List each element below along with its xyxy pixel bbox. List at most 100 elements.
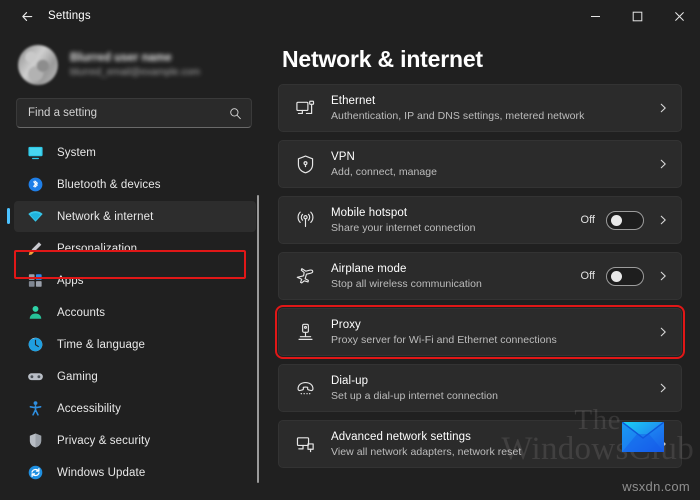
airplane-mode-toggle[interactable] — [606, 266, 644, 286]
profile-text: Blurred user name blurred_email@example.… — [70, 52, 200, 78]
sidebar-item-label: Accounts — [57, 306, 106, 319]
settings-row-mobile-hotspot[interactable]: Mobile hotspot Share your internet conne… — [278, 196, 682, 244]
accessibility-icon — [26, 400, 44, 418]
sidebar-item-label: Bluetooth & devices — [57, 178, 161, 191]
settings-row-dial-up[interactable]: Dial-up Set up a dial-up internet connec… — [278, 364, 682, 412]
chevron-right-icon — [657, 214, 669, 226]
advanced-network-icon — [293, 432, 317, 456]
settings-row-airplane-mode[interactable]: Airplane mode Stop all wireless communic… — [278, 252, 682, 300]
sidebar-item-privacy-security[interactable]: Privacy & security — [14, 425, 256, 456]
row-text: Proxy Proxy server for Wi-Fi and Etherne… — [331, 318, 655, 347]
row-text: Mobile hotspot Share your internet conne… — [331, 206, 581, 235]
toggle-state-label: Off — [580, 214, 595, 226]
sidebar-scrollbar[interactable] — [257, 195, 259, 483]
row-subtitle: View all network adapters, network reset — [331, 445, 522, 458]
sidebar-item-label: Network & internet — [57, 210, 154, 223]
row-title: Proxy — [331, 318, 361, 331]
back-arrow-icon — [21, 11, 32, 21]
search-icon — [229, 107, 242, 120]
row-right — [655, 158, 669, 170]
sidebar-item-accessibility[interactable]: Accessibility — [14, 393, 256, 424]
toggle-state-label: Off — [580, 270, 595, 282]
row-subtitle: Share your internet connection — [331, 221, 476, 234]
refresh-icon — [26, 464, 44, 482]
toggle-knob — [611, 214, 622, 226]
gamepad-icon — [26, 368, 44, 386]
main-content: Network & internet Ethernet Authenticati… — [268, 32, 700, 500]
sidebar-item-label: Privacy & security — [57, 434, 151, 447]
search-container — [0, 90, 268, 128]
profile-name: Blurred user name — [70, 52, 172, 64]
settings-row-proxy[interactable]: Proxy Proxy server for Wi-Fi and Etherne… — [275, 305, 685, 359]
search-input[interactable] — [28, 107, 229, 119]
row-right: Off — [580, 266, 669, 286]
row-subtitle: Proxy server for Wi-Fi and Ethernet conn… — [331, 333, 557, 346]
sidebar-item-system[interactable]: System — [14, 137, 256, 168]
row-title: Airplane mode — [331, 262, 407, 275]
mobile-hotspot-toggle[interactable] — [606, 210, 644, 230]
settings-row-vpn[interactable]: VPN Add, connect, manage — [278, 140, 682, 188]
row-subtitle: Add, connect, manage — [331, 165, 438, 178]
row-subtitle: Stop all wireless communication — [331, 277, 482, 290]
user-profile[interactable]: Blurred user name blurred_email@example.… — [0, 36, 268, 90]
dialup-phone-icon — [293, 376, 317, 400]
sidebar-item-label: System — [57, 146, 96, 159]
row-subtitle: Authentication, IP and DNS settings, met… — [331, 109, 585, 122]
sidebar-item-label: Gaming — [57, 370, 98, 383]
settings-window: Settings Blurred user name blurred_email… — [0, 0, 700, 500]
sidebar-item-network-internet[interactable]: Network & internet — [7, 201, 256, 232]
row-subtitle: Set up a dial-up internet connection — [331, 389, 498, 402]
vpn-shield-icon — [293, 152, 317, 176]
row-title: VPN — [331, 150, 355, 163]
search-box[interactable] — [16, 98, 252, 128]
page-title: Network & internet — [282, 46, 483, 72]
row-right — [655, 382, 669, 394]
sidebar-item-label: Windows Update — [57, 466, 146, 479]
row-right — [655, 102, 669, 114]
shield-icon — [26, 432, 44, 450]
window-body: Blurred user name blurred_email@example.… — [0, 32, 700, 500]
sidebar-item-accounts[interactable]: Accounts — [14, 297, 256, 328]
row-title: Mobile hotspot — [331, 206, 408, 219]
sidebar-item-personalization[interactable]: Personalization — [14, 233, 256, 264]
paintbrush-icon — [26, 240, 44, 258]
windowsclub-logo-icon — [622, 422, 664, 452]
back-button[interactable] — [12, 3, 42, 29]
sidebar-item-label: Personalization — [57, 242, 138, 255]
close-button[interactable] — [658, 0, 700, 32]
row-text: VPN Add, connect, manage — [331, 150, 655, 179]
close-icon — [674, 11, 684, 21]
wifi-icon — [26, 208, 44, 226]
minimize-button[interactable] — [574, 0, 616, 32]
sidebar-item-label: Apps — [57, 274, 84, 287]
chevron-right-icon — [657, 326, 669, 338]
sidebar-item-label: Accessibility — [57, 402, 121, 415]
monitor-icon — [26, 144, 44, 162]
title-bar: Settings — [0, 0, 700, 32]
row-text: Advanced network settings View all netwo… — [331, 430, 655, 459]
apps-grid-icon — [26, 272, 44, 290]
row-right — [655, 326, 669, 338]
row-text: Ethernet Authentication, IP and DNS sett… — [331, 94, 655, 123]
row-text: Airplane mode Stop all wireless communic… — [331, 262, 581, 291]
row-text: Dial-up Set up a dial-up internet connec… — [331, 374, 655, 403]
row-title: Dial-up — [331, 374, 369, 387]
minimize-icon — [590, 15, 600, 17]
airplane-icon — [293, 264, 317, 288]
sidebar-item-label: Time & language — [57, 338, 146, 351]
maximize-button[interactable] — [616, 0, 658, 32]
sidebar-item-bluetooth-devices[interactable]: Bluetooth & devices — [14, 169, 256, 200]
sidebar-item-apps[interactable]: Apps — [14, 265, 256, 296]
hotspot-icon — [293, 208, 317, 232]
clock-icon — [26, 336, 44, 354]
sidebar-item-gaming[interactable]: Gaming — [14, 361, 256, 392]
sidebar-item-windows-update[interactable]: Windows Update — [14, 457, 256, 488]
sidebar-item-time-language[interactable]: Time & language — [14, 329, 256, 360]
row-title: Ethernet — [331, 94, 376, 107]
window-controls — [574, 0, 700, 32]
maximize-icon — [632, 11, 642, 21]
app-title: Settings — [48, 10, 91, 22]
bluetooth-icon — [26, 176, 44, 194]
settings-row-ethernet[interactable]: Ethernet Authentication, IP and DNS sett… — [278, 84, 682, 132]
chevron-right-icon — [657, 382, 669, 394]
